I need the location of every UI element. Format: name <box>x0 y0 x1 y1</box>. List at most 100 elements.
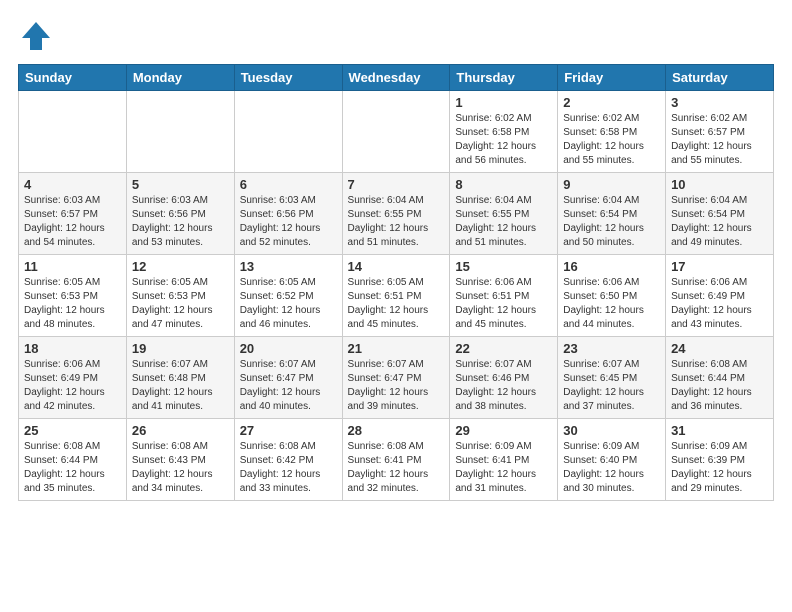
calendar-week-row: 4 Sunrise: 6:03 AM Sunset: 6:57 PM Daylig… <box>19 173 774 255</box>
day-info: Sunrise: 6:04 AM Sunset: 6:54 PM Dayligh… <box>671 194 768 250</box>
calendar-cell: 14 Sunrise: 6:05 AM Sunset: 6:51 PM Dayli… <box>342 255 450 337</box>
day-info: Sunrise: 6:08 AM Sunset: 6:43 PM Dayligh… <box>132 440 229 496</box>
calendar-week-row: 11 Sunrise: 6:05 AM Sunset: 6:53 PM Dayli… <box>19 255 774 337</box>
calendar-cell: 13 Sunrise: 6:05 AM Sunset: 6:52 PM Dayli… <box>234 255 342 337</box>
day-info: Sunrise: 6:02 AM Sunset: 6:58 PM Dayligh… <box>563 112 660 168</box>
day-info: Sunrise: 6:06 AM Sunset: 6:49 PM Dayligh… <box>671 276 768 332</box>
calendar-header-wednesday: Wednesday <box>342 65 450 91</box>
calendar-cell: 3 Sunrise: 6:02 AM Sunset: 6:57 PM Daylig… <box>666 91 774 173</box>
calendar-cell: 16Sunrise: 6:06 AM Sunset: 6:50 PM Dayli… <box>558 255 666 337</box>
calendar-table: SundayMondayTuesdayWednesdayThursdayFrid… <box>18 64 774 501</box>
day-number: 5 <box>132 177 229 192</box>
day-info: Sunrise: 6:06 AM Sunset: 6:49 PM Dayligh… <box>24 358 121 414</box>
day-info: Sunrise: 6:05 AM Sunset: 6:53 PM Dayligh… <box>132 276 229 332</box>
day-info: Sunrise: 6:07 AM Sunset: 6:48 PM Dayligh… <box>132 358 229 414</box>
day-info: Sunrise: 6:03 AM Sunset: 6:57 PM Dayligh… <box>24 194 121 250</box>
calendar-header-sunday: Sunday <box>19 65 127 91</box>
day-info: Sunrise: 6:05 AM Sunset: 6:52 PM Dayligh… <box>240 276 337 332</box>
calendar-cell: 22Sunrise: 6:07 AM Sunset: 6:46 PM Dayli… <box>450 337 558 419</box>
day-info: Sunrise: 6:02 AM Sunset: 6:57 PM Dayligh… <box>671 112 768 168</box>
day-info: Sunrise: 6:09 AM Sunset: 6:39 PM Dayligh… <box>671 440 768 496</box>
calendar-cell: 8 Sunrise: 6:04 AM Sunset: 6:55 PM Daylig… <box>450 173 558 255</box>
calendar-cell <box>234 91 342 173</box>
day-info: Sunrise: 6:02 AM Sunset: 6:58 PM Dayligh… <box>455 112 552 168</box>
day-info: Sunrise: 6:08 AM Sunset: 6:44 PM Dayligh… <box>24 440 121 496</box>
day-number: 9 <box>563 177 660 192</box>
calendar-cell: 28 Sunrise: 6:08 AM Sunset: 6:41 PM Dayli… <box>342 419 450 501</box>
calendar-cell: 31 Sunrise: 6:09 AM Sunset: 6:39 PM Dayli… <box>666 419 774 501</box>
day-number: 2 <box>563 95 660 110</box>
calendar-cell: 27 Sunrise: 6:08 AM Sunset: 6:42 PM Dayli… <box>234 419 342 501</box>
day-number: 26 <box>132 423 229 438</box>
calendar-week-row: 18Sunrise: 6:06 AM Sunset: 6:49 PM Dayli… <box>19 337 774 419</box>
calendar-cell: 20Sunrise: 6:07 AM Sunset: 6:47 PM Dayli… <box>234 337 342 419</box>
day-number: 28 <box>348 423 445 438</box>
day-info: Sunrise: 6:09 AM Sunset: 6:41 PM Dayligh… <box>455 440 552 496</box>
calendar-week-row: 25 Sunrise: 6:08 AM Sunset: 6:44 PM Dayli… <box>19 419 774 501</box>
day-info: Sunrise: 6:04 AM Sunset: 6:55 PM Dayligh… <box>348 194 445 250</box>
day-info: Sunrise: 6:08 AM Sunset: 6:44 PM Dayligh… <box>671 358 768 414</box>
day-number: 24 <box>671 341 768 356</box>
day-info: Sunrise: 6:06 AM Sunset: 6:50 PM Dayligh… <box>563 276 660 332</box>
day-number: 7 <box>348 177 445 192</box>
day-info: Sunrise: 6:04 AM Sunset: 6:55 PM Dayligh… <box>455 194 552 250</box>
day-number: 13 <box>240 259 337 274</box>
calendar-cell: 1Sunrise: 6:02 AM Sunset: 6:58 PM Daylig… <box>450 91 558 173</box>
calendar-cell: 17Sunrise: 6:06 AM Sunset: 6:49 PM Dayli… <box>666 255 774 337</box>
calendar-cell: 7 Sunrise: 6:04 AM Sunset: 6:55 PM Daylig… <box>342 173 450 255</box>
day-number: 15 <box>455 259 552 274</box>
day-info: Sunrise: 6:09 AM Sunset: 6:40 PM Dayligh… <box>563 440 660 496</box>
day-info: Sunrise: 6:05 AM Sunset: 6:51 PM Dayligh… <box>348 276 445 332</box>
day-number: 8 <box>455 177 552 192</box>
calendar-cell <box>342 91 450 173</box>
day-number: 30 <box>563 423 660 438</box>
calendar-cell: 24 Sunrise: 6:08 AM Sunset: 6:44 PM Dayli… <box>666 337 774 419</box>
calendar-cell: 10 Sunrise: 6:04 AM Sunset: 6:54 PM Dayli… <box>666 173 774 255</box>
calendar-cell: 4 Sunrise: 6:03 AM Sunset: 6:57 PM Daylig… <box>19 173 127 255</box>
calendar-cell <box>19 91 127 173</box>
day-number: 3 <box>671 95 768 110</box>
logo-icon <box>18 18 54 54</box>
day-number: 31 <box>671 423 768 438</box>
day-number: 14 <box>348 259 445 274</box>
day-info: Sunrise: 6:07 AM Sunset: 6:47 PM Dayligh… <box>348 358 445 414</box>
day-number: 20 <box>240 341 337 356</box>
day-info: Sunrise: 6:06 AM Sunset: 6:51 PM Dayligh… <box>455 276 552 332</box>
calendar-cell: 15 Sunrise: 6:06 AM Sunset: 6:51 PM Dayli… <box>450 255 558 337</box>
calendar-cell: 19 Sunrise: 6:07 AM Sunset: 6:48 PM Dayli… <box>126 337 234 419</box>
day-number: 10 <box>671 177 768 192</box>
calendar-cell: 6 Sunrise: 6:03 AM Sunset: 6:56 PM Daylig… <box>234 173 342 255</box>
page: SundayMondayTuesdayWednesdayThursdayFrid… <box>0 0 792 612</box>
calendar-header-saturday: Saturday <box>666 65 774 91</box>
day-number: 4 <box>24 177 121 192</box>
calendar-cell: 30 Sunrise: 6:09 AM Sunset: 6:40 PM Dayli… <box>558 419 666 501</box>
day-info: Sunrise: 6:03 AM Sunset: 6:56 PM Dayligh… <box>240 194 337 250</box>
calendar-cell: 2 Sunrise: 6:02 AM Sunset: 6:58 PM Daylig… <box>558 91 666 173</box>
day-info: Sunrise: 6:08 AM Sunset: 6:42 PM Dayligh… <box>240 440 337 496</box>
day-number: 25 <box>24 423 121 438</box>
calendar-cell: 18Sunrise: 6:06 AM Sunset: 6:49 PM Dayli… <box>19 337 127 419</box>
calendar-cell: 11Sunrise: 6:05 AM Sunset: 6:53 PM Dayli… <box>19 255 127 337</box>
calendar-header-monday: Monday <box>126 65 234 91</box>
day-number: 22 <box>455 341 552 356</box>
logo <box>18 18 58 54</box>
calendar-header-row: SundayMondayTuesdayWednesdayThursdayFrid… <box>19 65 774 91</box>
header <box>18 18 774 54</box>
calendar-cell: 12Sunrise: 6:05 AM Sunset: 6:53 PM Dayli… <box>126 255 234 337</box>
day-number: 29 <box>455 423 552 438</box>
day-number: 27 <box>240 423 337 438</box>
day-info: Sunrise: 6:04 AM Sunset: 6:54 PM Dayligh… <box>563 194 660 250</box>
day-info: Sunrise: 6:07 AM Sunset: 6:45 PM Dayligh… <box>563 358 660 414</box>
calendar-cell: 23 Sunrise: 6:07 AM Sunset: 6:45 PM Dayli… <box>558 337 666 419</box>
calendar-header-friday: Friday <box>558 65 666 91</box>
day-number: 23 <box>563 341 660 356</box>
day-number: 11 <box>24 259 121 274</box>
day-number: 6 <box>240 177 337 192</box>
calendar-cell: 26 Sunrise: 6:08 AM Sunset: 6:43 PM Dayli… <box>126 419 234 501</box>
day-info: Sunrise: 6:03 AM Sunset: 6:56 PM Dayligh… <box>132 194 229 250</box>
day-info: Sunrise: 6:08 AM Sunset: 6:41 PM Dayligh… <box>348 440 445 496</box>
calendar-cell: 5 Sunrise: 6:03 AM Sunset: 6:56 PM Daylig… <box>126 173 234 255</box>
calendar-week-row: 1Sunrise: 6:02 AM Sunset: 6:58 PM Daylig… <box>19 91 774 173</box>
day-number: 19 <box>132 341 229 356</box>
calendar-header-tuesday: Tuesday <box>234 65 342 91</box>
